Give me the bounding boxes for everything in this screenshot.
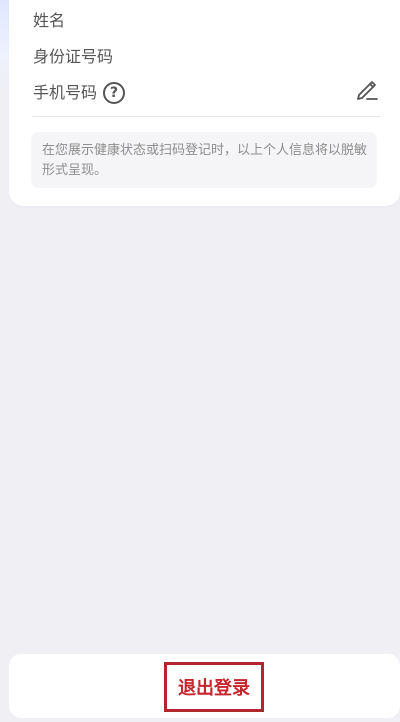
pencil-icon[interactable] [354,76,380,102]
page: 姓名 身份证号码 手机号码 ? 在您展示健康状态或扫码登记时，以上个人信息将以脱… [0,0,400,722]
personal-info-card: 姓名 身份证号码 手机号码 ? 在您展示健康状态或扫码登记时，以上个人信息将以脱… [9,0,400,206]
phone-number-row: 手机号码 ? [33,82,126,104]
question-circle-icon[interactable]: ? [103,82,126,104]
divider [33,116,380,117]
phone-number-label: 手机号码 [33,83,98,102]
logout-button[interactable]: 退出登录 [164,662,264,712]
id-number-label: 身份证号码 [33,47,114,66]
logout-bar: 退出登录 [9,654,400,718]
privacy-notice: 在您展示健康状态或扫码登记时，以上个人信息将以脱敏形式呈现。 [31,132,377,188]
name-label: 姓名 [33,11,66,30]
